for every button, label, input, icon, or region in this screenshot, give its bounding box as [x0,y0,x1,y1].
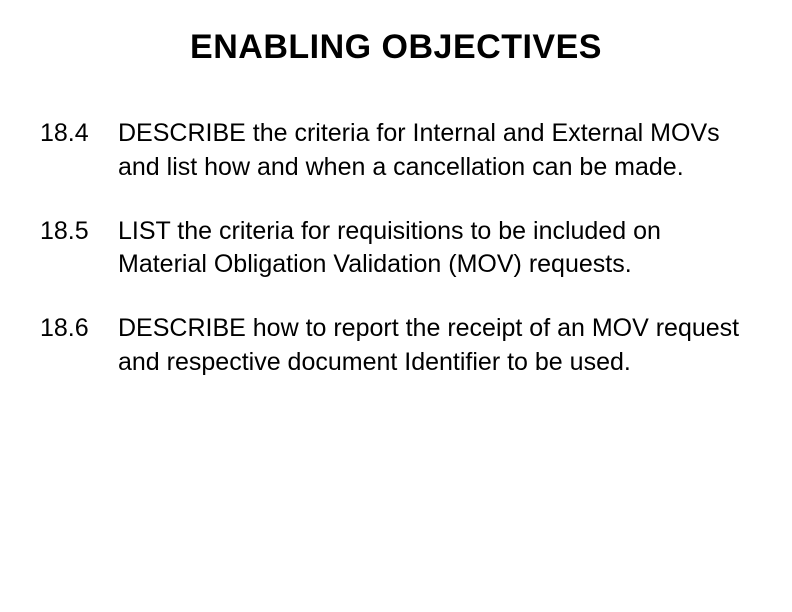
objectives-list: 18.4 DESCRIBE the criteria for Internal … [40,117,752,380]
objective-text: DESCRIBE how to report the receipt of an… [118,312,752,380]
list-item: 18.4 DESCRIBE the criteria for Internal … [40,117,752,185]
objective-number: 18.6 [40,312,118,380]
objective-text: DESCRIBE the criteria for Internal and E… [118,117,752,185]
objective-verb: DESCRIBE [118,314,246,342]
list-item: 18.6 DESCRIBE how to report the receipt … [40,312,752,380]
slide: ENABLING OBJECTIVES 18.4 DESCRIBE the cr… [0,0,792,612]
objective-verb: LIST [118,217,170,245]
objective-text: LIST the criteria for requisitions to be… [118,215,752,283]
objective-number: 18.4 [40,117,118,185]
page-title: ENABLING OBJECTIVES [40,28,752,67]
list-item: 18.5 LIST the criteria for requisitions … [40,215,752,283]
objective-verb: DESCRIBE [118,119,246,147]
objective-number: 18.5 [40,215,118,283]
objective-rest: the criteria for requisitions to be incl… [118,217,661,279]
